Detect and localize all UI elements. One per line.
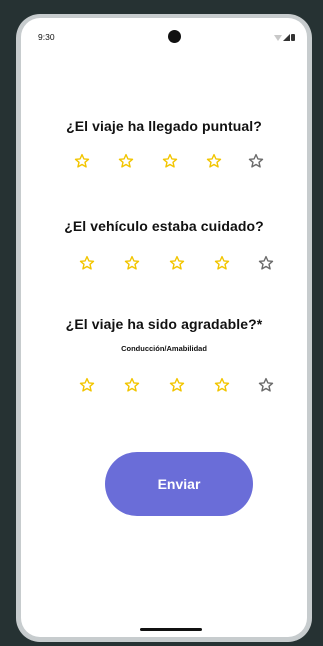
- star-icon[interactable]: [79, 377, 95, 393]
- star-icon[interactable]: [169, 255, 185, 271]
- star-icon[interactable]: [162, 153, 178, 169]
- rating-stars-punctuality: [21, 153, 307, 171]
- star-icon[interactable]: [248, 153, 264, 169]
- signal-icon: [283, 34, 290, 41]
- star-icon[interactable]: [79, 255, 95, 271]
- star-icon[interactable]: [214, 255, 230, 271]
- star-icon[interactable]: [118, 153, 134, 169]
- submit-button[interactable]: Enviar: [105, 452, 253, 516]
- status-icons: [274, 33, 295, 41]
- status-bar: 9:30: [21, 18, 307, 58]
- home-indicator[interactable]: [140, 628, 202, 631]
- rating-stars-pleasantness: [21, 377, 307, 395]
- star-icon[interactable]: [214, 377, 230, 393]
- question-pleasantness-subtitle: Conducción/Amabilidad: [121, 344, 207, 353]
- status-time: 9:30: [38, 32, 55, 42]
- star-icon[interactable]: [74, 153, 90, 169]
- star-icon[interactable]: [258, 255, 274, 271]
- star-icon[interactable]: [124, 255, 140, 271]
- question-vehicle-condition: ¿El vehículo estaba cuidado?: [64, 218, 264, 234]
- question-pleasantness: ¿El viaje ha sido agradable?*: [65, 316, 263, 332]
- question-punctuality: ¿El viaje ha llegado puntual?: [66, 118, 262, 134]
- battery-icon: [291, 34, 295, 41]
- star-icon[interactable]: [169, 377, 185, 393]
- rating-stars-vehicle-condition: [21, 255, 307, 273]
- wifi-icon: [274, 35, 282, 41]
- app-screen: 9:30 ¿El viaje ha llegado puntual? ¿El v…: [21, 18, 307, 637]
- star-icon[interactable]: [258, 377, 274, 393]
- star-icon[interactable]: [206, 153, 222, 169]
- star-icon[interactable]: [124, 377, 140, 393]
- phone-frame: 9:30 ¿El viaje ha llegado puntual? ¿El v…: [16, 14, 312, 642]
- camera-cutout: [168, 30, 181, 43]
